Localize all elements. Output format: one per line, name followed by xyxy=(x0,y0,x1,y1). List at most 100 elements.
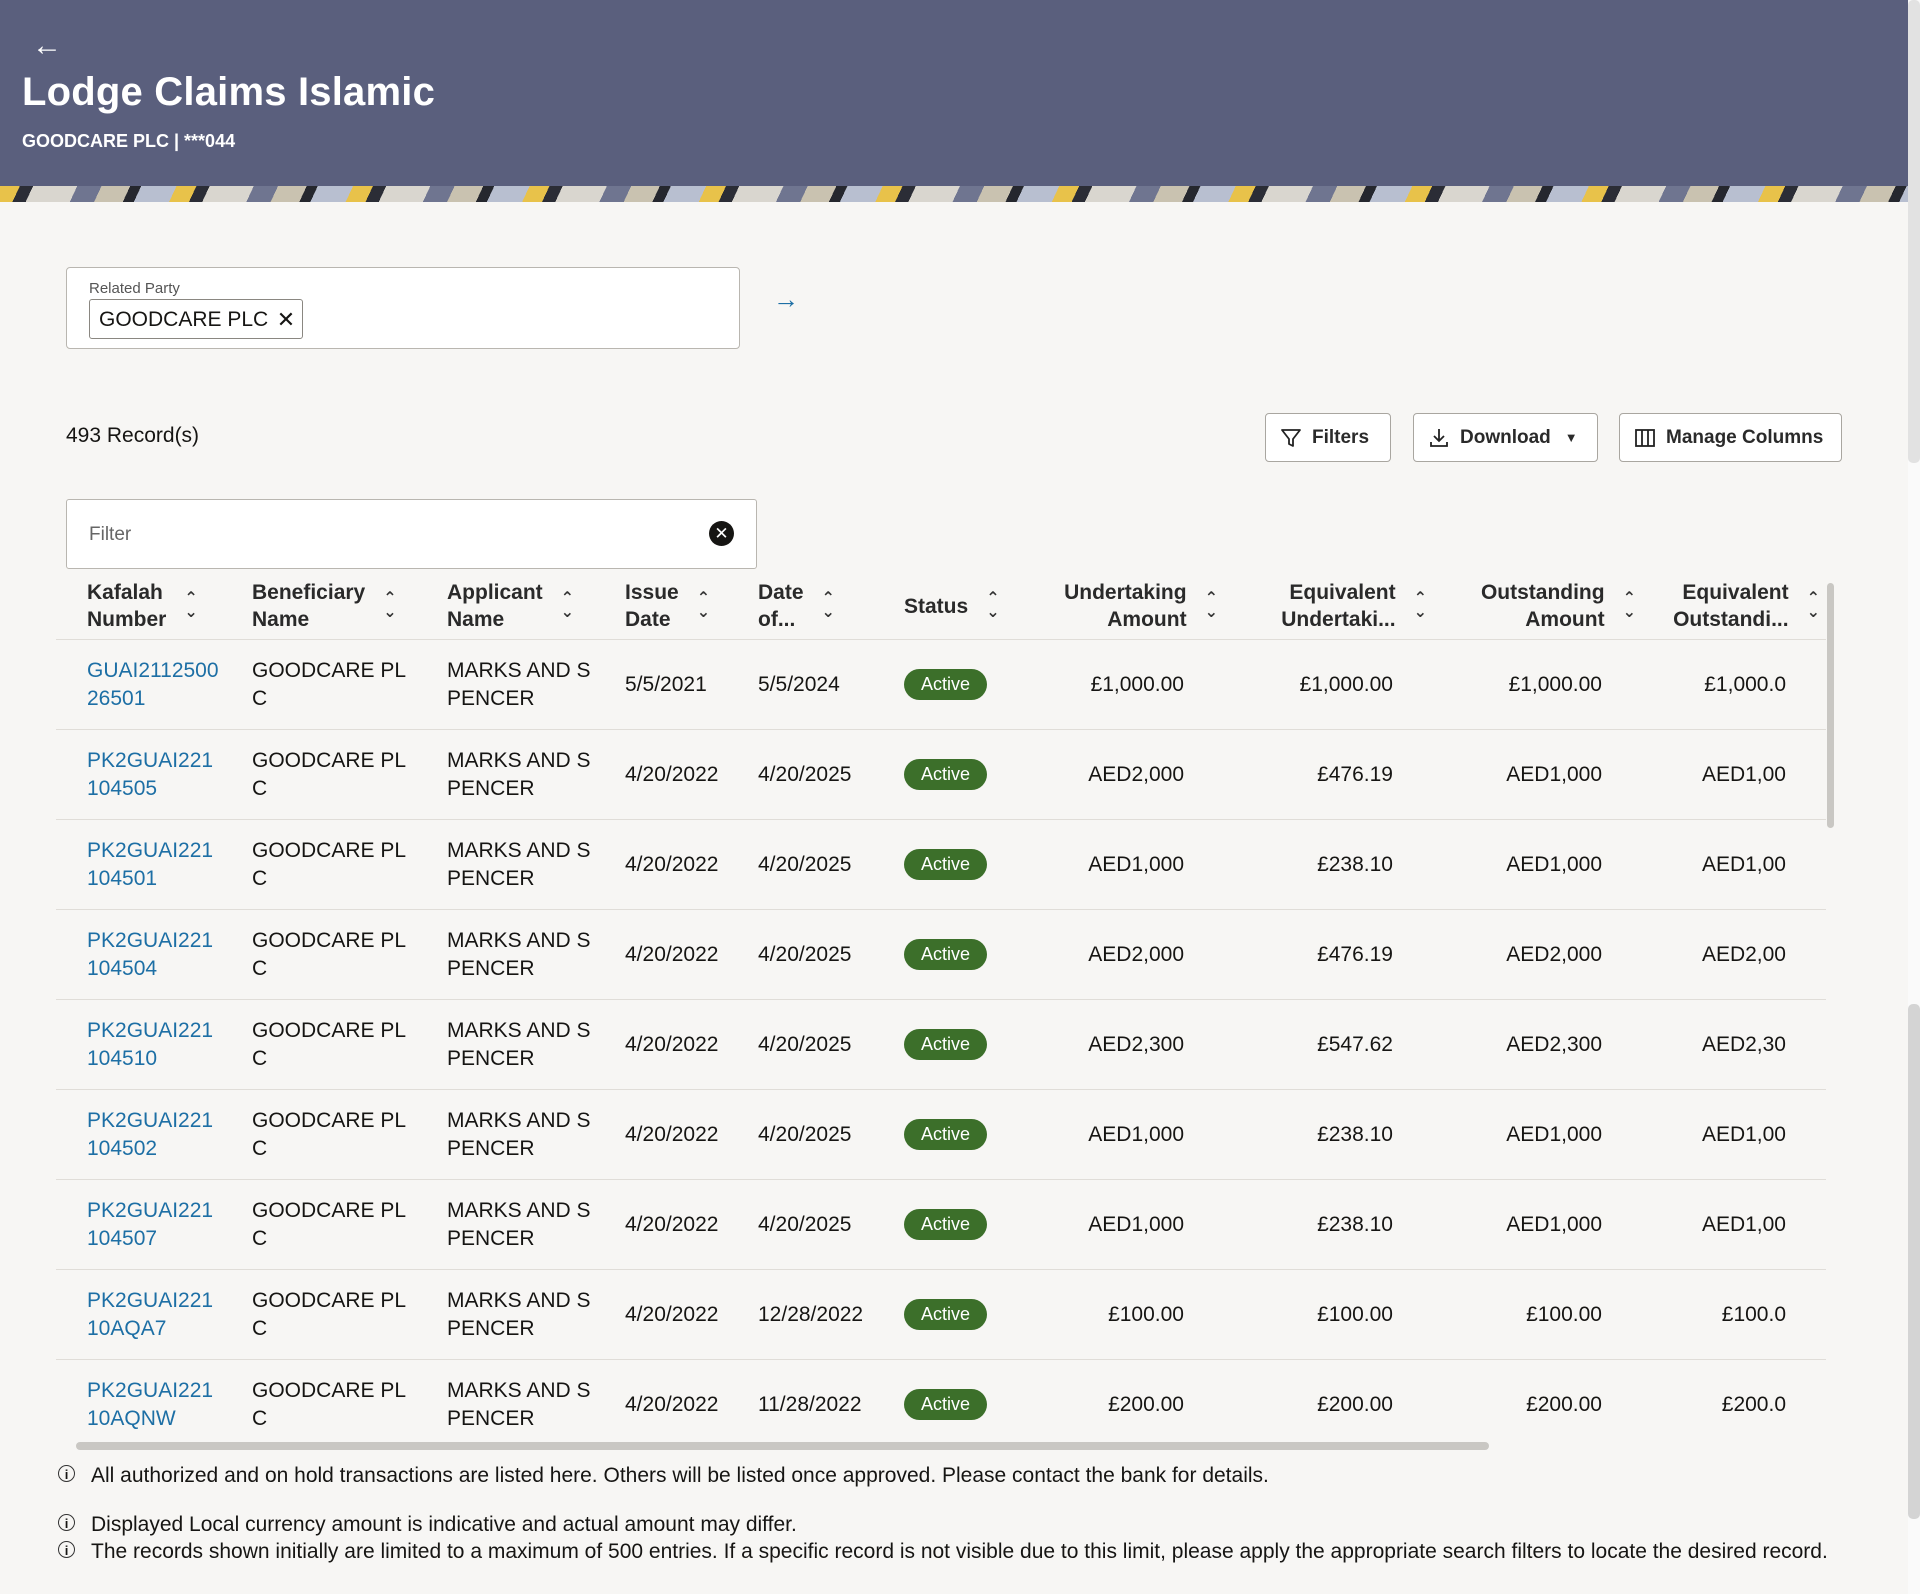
table-row[interactable]: PK2GUAI221104502 GOODCARE PLC MARKS AND SP… xyxy=(56,1089,1826,1180)
kafalah-number-link[interactable]: PK2GUAI22110AQA7 xyxy=(87,1289,213,1340)
cell-eq-und: £476.19 xyxy=(1224,729,1433,820)
kafalah-number-link[interactable]: PK2GUAI22110AQNW xyxy=(87,1379,213,1430)
sort-icon[interactable]: ⌃ ⌄ xyxy=(697,591,710,621)
kafalah-number-link[interactable]: PK2GUAI221104501 xyxy=(87,839,213,890)
sort-icon[interactable]: ⌃ ⌄ xyxy=(1414,591,1427,621)
sort-icon[interactable]: ⌃ ⌄ xyxy=(1205,591,1218,621)
cell-eq-und: £1,000.00 xyxy=(1224,639,1433,730)
filter-input[interactable] xyxy=(87,500,671,570)
kafalah-number-link[interactable]: PK2GUAI221104502 xyxy=(87,1109,213,1160)
kafalah-number-link[interactable]: GUAI211250026501 xyxy=(87,659,219,710)
table-vertical-scrollbar[interactable] xyxy=(1827,583,1834,828)
cell-value: £100.0 xyxy=(1721,1302,1786,1326)
horizontal-scrollbar[interactable] xyxy=(76,1442,1489,1450)
cell-applicant: MARKS AND SPENCER xyxy=(416,1089,594,1180)
related-party-field[interactable]: Related Party GOODCARE PLC ✕ xyxy=(66,267,740,349)
table-row[interactable]: PK2GUAI221104507 GOODCARE PLC MARKS AND SP… xyxy=(56,1179,1826,1270)
sort-icon[interactable]: ⌃ ⌄ xyxy=(561,591,574,621)
cell-value: AED1,00 xyxy=(1701,852,1786,876)
arrow-right-icon[interactable]: → xyxy=(773,284,799,315)
column-header[interactable]: Undertaking Amount ⌃ ⌄ xyxy=(1015,573,1224,640)
download-button-label: Download xyxy=(1460,426,1551,448)
cell-beneficiary: GOODCARE PLC xyxy=(221,1269,416,1360)
cell-beneficiary: GOODCARE PLC xyxy=(221,729,416,820)
table-row[interactable]: PK2GUAI221104504 GOODCARE PLC MARKS AND SP… xyxy=(56,909,1826,1000)
sort-icon[interactable]: ⌃ ⌄ xyxy=(986,591,999,621)
column-header[interactable]: Issue Date ⌃ ⌄ xyxy=(594,573,727,640)
column-header-content: Equivalent Outstandi... ⌃ ⌄ xyxy=(1642,579,1820,633)
cell-value: AED2,000 xyxy=(1088,762,1184,786)
column-header-line: Undertaking xyxy=(1064,581,1187,604)
cell-status: Active xyxy=(873,819,1015,910)
column-header-line: Equivalent xyxy=(1289,581,1396,604)
clear-icon[interactable]: ✕ xyxy=(709,521,734,546)
back-arrow-icon[interactable]: ← xyxy=(32,30,62,62)
sort-icon[interactable]: ⌃ ⌄ xyxy=(1807,591,1820,621)
cell-und-amt: £100.00 xyxy=(1015,1269,1224,1360)
filters-button[interactable]: Filters xyxy=(1265,413,1391,462)
cell-value: 4/20/2022 xyxy=(625,1392,719,1416)
cell-value: 4/20/2025 xyxy=(758,1212,852,1236)
cell-issue: 4/20/2022 xyxy=(594,909,727,1000)
column-header-content: Date of... ⌃ ⌄ xyxy=(758,579,873,633)
cell-und-amt: AED1,000 xyxy=(1015,819,1224,910)
page-scrollbar-thumb[interactable] xyxy=(1908,1004,1920,1519)
cell-out-amt: AED1,000 xyxy=(1433,729,1642,820)
cell-eq-out: £200.0 xyxy=(1642,1359,1826,1443)
cell-value: AED1,00 xyxy=(1701,1212,1786,1236)
sort-icon[interactable]: ⌃ ⌄ xyxy=(383,591,396,621)
sort-icon[interactable]: ⌃ ⌄ xyxy=(184,591,197,621)
column-header[interactable]: Date of... ⌃ ⌄ xyxy=(727,573,873,640)
table-row[interactable]: PK2GUAI22110AQNW GOODCARE PLC MARKS AND SP… xyxy=(56,1359,1826,1443)
cell-kafalah: GUAI211250026501 xyxy=(56,639,221,730)
column-header[interactable]: Status ⌃ ⌄ xyxy=(873,573,1015,640)
table-row[interactable]: GUAI211250026501 GOODCARE PLC MARKS AND SP… xyxy=(56,639,1826,730)
kafalah-number-link[interactable]: PK2GUAI221104505 xyxy=(87,749,213,800)
cell-value: AED2,300 xyxy=(1506,1032,1602,1056)
cell-und-amt: £200.00 xyxy=(1015,1359,1224,1443)
cell-value: AED2,300 xyxy=(1088,1032,1184,1056)
column-header-line: Beneficiary xyxy=(252,581,366,604)
table-row[interactable]: PK2GUAI221104505 GOODCARE PLC MARKS AND SP… xyxy=(56,729,1826,820)
cell-eq-und: £200.00 xyxy=(1224,1359,1433,1443)
column-header-label: Status xyxy=(904,593,968,620)
cell-out-amt: AED1,000 xyxy=(1433,819,1642,910)
sort-icon[interactable]: ⌃ ⌄ xyxy=(822,591,835,621)
page-scrollbar-thumb-top[interactable] xyxy=(1908,0,1920,463)
cell-value: AED2,000 xyxy=(1506,942,1602,966)
manage-columns-button[interactable]: Manage Columns xyxy=(1619,413,1842,462)
kafalah-number-link[interactable]: PK2GUAI221104507 xyxy=(87,1199,213,1250)
cell-out-amt: AED2,300 xyxy=(1433,999,1642,1090)
column-header[interactable]: Equivalent Outstandi... ⌃ ⌄ xyxy=(1642,573,1826,640)
filter-field[interactable]: ✕ xyxy=(66,499,757,570)
cell-beneficiary: GOODCARE PLC xyxy=(221,1359,416,1443)
cell-value: £238.10 xyxy=(1317,852,1393,876)
column-header-label: Kafalah Number xyxy=(87,579,166,633)
cell-value: 4/20/2022 xyxy=(625,852,719,876)
cell-status: Active xyxy=(873,1269,1015,1360)
sort-icon[interactable]: ⌃ ⌄ xyxy=(1623,591,1636,621)
table-row[interactable]: PK2GUAI221104501 GOODCARE PLC MARKS AND SP… xyxy=(56,819,1826,910)
cell-value: GOODCARE PLC xyxy=(252,1108,407,1160)
status-badge: Active xyxy=(904,759,988,790)
related-party-chip-label: GOODCARE PLC xyxy=(99,308,269,331)
kafalah-number-link[interactable]: PK2GUAI221104504 xyxy=(87,929,213,980)
column-header[interactable]: Outstanding Amount ⌃ ⌄ xyxy=(1433,573,1642,640)
status-badge: Active xyxy=(904,1119,988,1150)
cell-applicant: MARKS AND SPENCER xyxy=(416,819,594,910)
record-count: 493 Record(s) xyxy=(66,424,200,447)
table-row[interactable]: PK2GUAI221104510 GOODCARE PLC MARKS AND SP… xyxy=(56,999,1826,1090)
column-header[interactable]: Kafalah Number ⌃ ⌄ xyxy=(56,573,221,640)
column-header[interactable]: Equivalent Undertaki... ⌃ ⌄ xyxy=(1224,573,1433,640)
column-header-content: Undertaking Amount ⌃ ⌄ xyxy=(1015,579,1218,633)
cell-value: 4/20/2022 xyxy=(625,762,719,786)
cell-eq-out: AED1,00 xyxy=(1642,1089,1826,1180)
cell-issue: 5/5/2021 xyxy=(594,639,727,730)
cell-beneficiary: GOODCARE PLC xyxy=(221,999,416,1090)
column-header[interactable]: Beneficiary Name ⌃ ⌄ xyxy=(221,573,416,640)
column-header[interactable]: Applicant Name ⌃ ⌄ xyxy=(416,573,594,640)
close-icon[interactable]: ✕ xyxy=(277,300,295,340)
table-row[interactable]: PK2GUAI22110AQA7 GOODCARE PLC MARKS AND SP… xyxy=(56,1269,1826,1360)
kafalah-number-link[interactable]: PK2GUAI221104510 xyxy=(87,1019,213,1070)
download-button[interactable]: Download ▼ xyxy=(1413,413,1598,462)
